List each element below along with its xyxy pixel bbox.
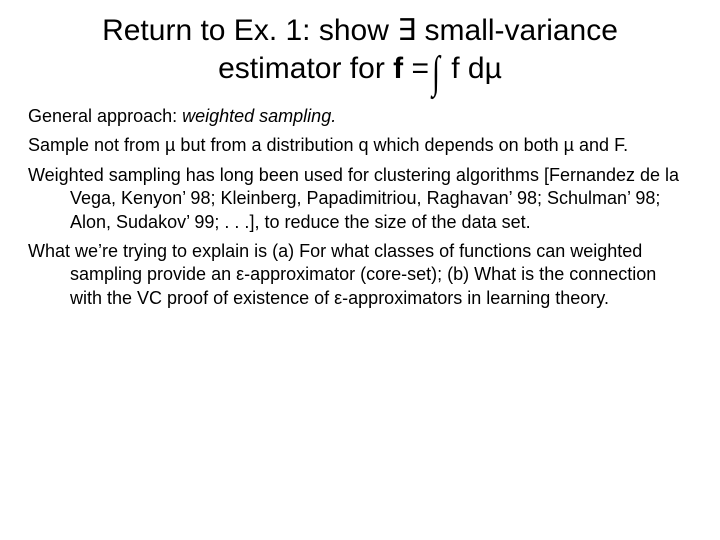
para-1-prefix: General approach: <box>28 106 182 126</box>
integral-symbol: ∫ <box>432 54 440 90</box>
title-line2-prefix: estimator for <box>218 52 393 85</box>
para-2: Sample not from µ but from a distributio… <box>28 134 692 157</box>
para-4: What we’re trying to explain is (a) For … <box>28 240 692 310</box>
para-1: General approach: weighted sampling. <box>28 105 692 128</box>
para-1-em: weighted sampling. <box>182 106 336 126</box>
slide-title: Return to Ex. 1: show ∃ small-variance e… <box>38 12 682 87</box>
slide-body: General approach: weighted sampling. Sam… <box>28 105 692 310</box>
f-dmu-f: f d <box>443 52 485 85</box>
title-line1-suffix: small-variance <box>416 14 618 47</box>
exists-symbol: ∃ <box>397 14 416 47</box>
title-line1-prefix: Return to Ex. 1: show <box>102 14 397 47</box>
slide: Return to Ex. 1: show ∃ small-variance e… <box>0 0 720 310</box>
eq: = <box>403 52 429 85</box>
fbar: f <box>393 52 403 85</box>
mu-symbol: µ <box>485 52 502 85</box>
para-3: Weighted sampling has long been used for… <box>28 164 692 234</box>
